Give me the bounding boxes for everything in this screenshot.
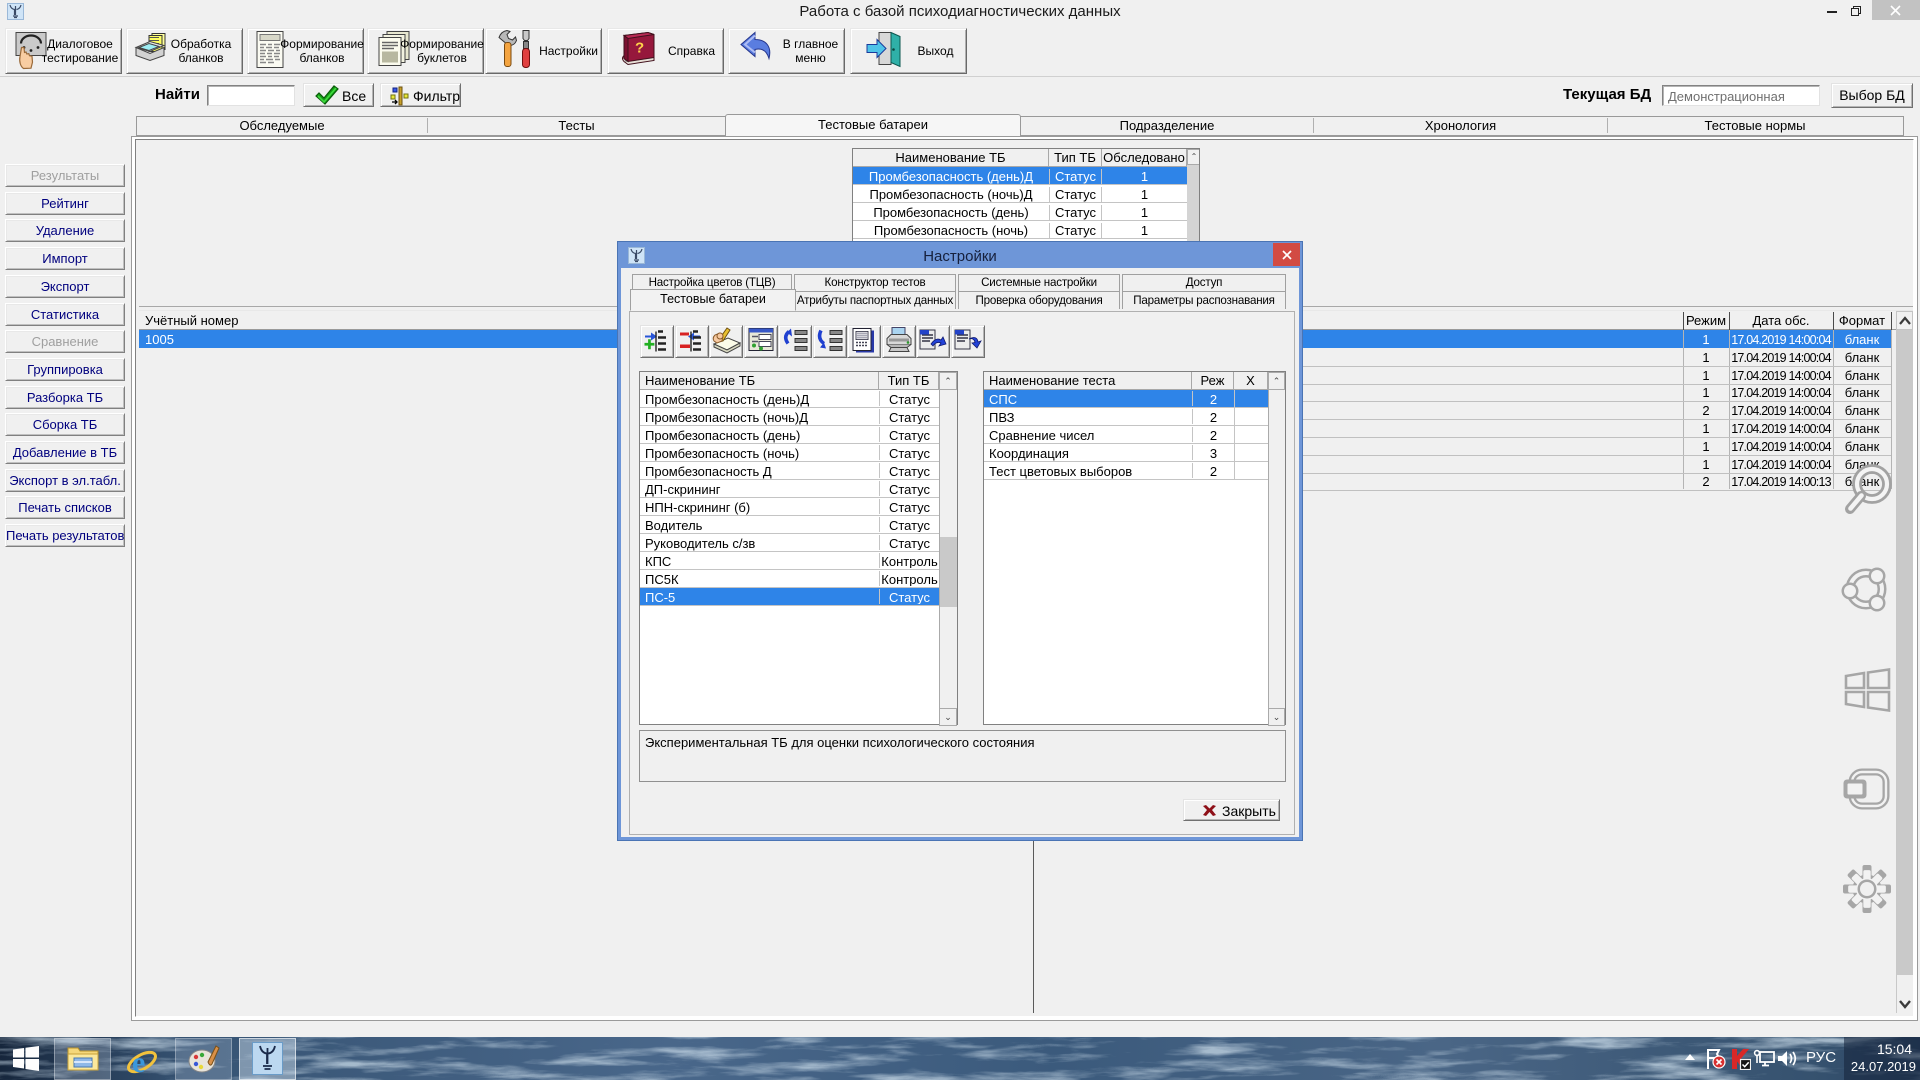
svg-text:e: e [132, 1046, 145, 1079]
svg-text:?: ? [635, 40, 644, 57]
